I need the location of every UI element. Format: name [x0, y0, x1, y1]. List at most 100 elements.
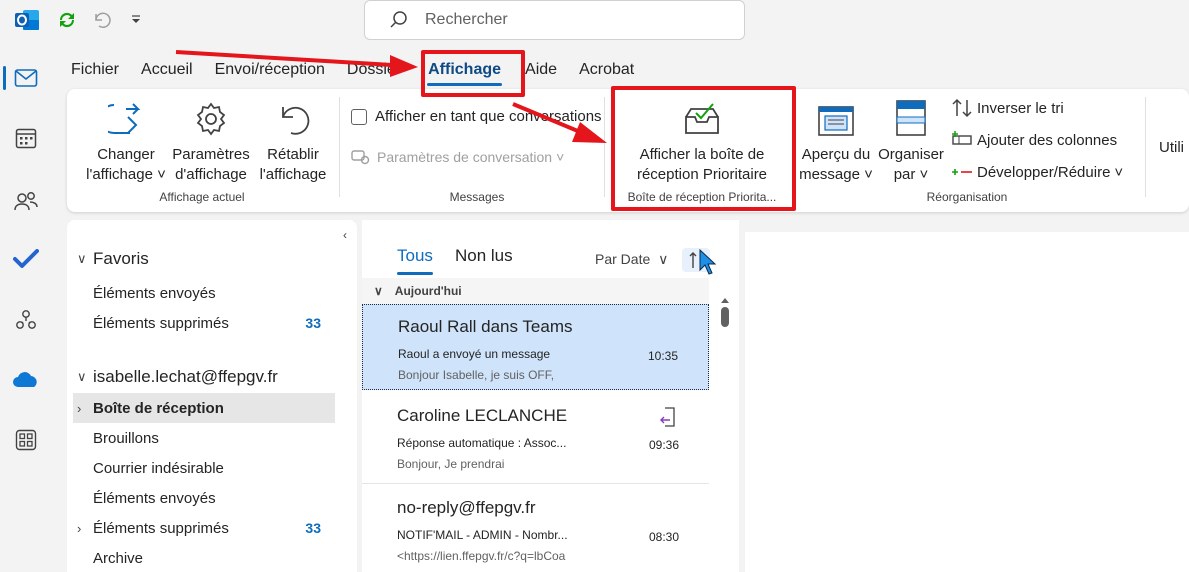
message-sender: Caroline LECLANCHE	[397, 406, 568, 425]
reset-view-label-2: l'affichage	[259, 166, 327, 183]
tab-fichier[interactable]: Fichier	[60, 56, 130, 86]
people-icon[interactable]	[0, 181, 52, 221]
unread-count: 33	[305, 315, 321, 331]
tab-unread[interactable]: Non lus	[455, 246, 513, 266]
tab-accueil[interactable]: Accueil	[130, 56, 204, 86]
arrange-by-button[interactable]: Organiser par ˅	[877, 95, 945, 185]
ribbon-separator	[1145, 97, 1146, 197]
message-time: 10:35	[647, 349, 678, 363]
todo-icon[interactable]	[0, 239, 52, 279]
change-view-label-1: Changer	[97, 146, 155, 163]
expand-collapse-button[interactable]: Développer/Réduire ˅	[951, 162, 1123, 182]
view-settings-button[interactable]: Paramètres d'affichage	[171, 95, 251, 185]
group-label-arrangement: Réorganisation	[926, 190, 1008, 204]
add-columns-button[interactable]: Ajouter des colonnes	[951, 130, 1117, 150]
add-columns-icon	[952, 131, 972, 145]
onedrive-icon[interactable]	[0, 360, 52, 400]
customize-quick-access-icon[interactable]	[124, 8, 148, 32]
search-box[interactable]: Rechercher	[364, 0, 745, 40]
folder-item-drafts[interactable]: Brouillons	[67, 423, 335, 453]
folder-item-archive[interactable]: Archive	[67, 543, 335, 572]
mail-icon[interactable]	[0, 58, 52, 98]
tab-dossier[interactable]: Dossier	[336, 56, 412, 86]
change-view-icon	[108, 95, 144, 137]
chevron-down-icon: ∨	[374, 284, 383, 298]
folder-label: Courrier indésirable	[93, 459, 224, 477]
sync-icon[interactable]	[55, 8, 79, 32]
change-view-button[interactable]: Changer l'affichage ˅	[81, 95, 171, 185]
folder-label: Éléments envoyés	[93, 284, 216, 302]
message-list: Tous Non lus Par Date ∨ ∨ Aujourd'hui Ra…	[362, 220, 739, 572]
folder-item-inbox[interactable]: › Boîte de réception	[73, 393, 335, 423]
app-rail	[0, 42, 52, 572]
expand-collapse-icon	[952, 169, 972, 175]
reverse-sort-label: Inverser le tri	[977, 99, 1064, 117]
conversation-settings-label: Paramètres de conversation	[377, 149, 553, 165]
account-header[interactable]: ∨ isabelle.lechat@ffepgv.fr	[67, 362, 335, 392]
folder-label: Boîte de réception	[93, 399, 224, 417]
gear-icon	[193, 95, 229, 137]
ribbon-overflow-label[interactable]: Utili	[1159, 139, 1184, 156]
calendar-icon[interactable]	[0, 118, 52, 158]
reset-view-label-1: Rétablir	[267, 146, 319, 163]
message-item[interactable]: Raoul Rall dans Teams Raoul a envoyé un …	[362, 304, 709, 390]
group-label-current-view: Affichage actuel	[159, 190, 245, 204]
tab-acrobat[interactable]: Acrobat	[568, 56, 645, 86]
folder-item-favorites-deleted[interactable]: Éléments supprimés 33	[67, 308, 335, 338]
change-view-label-2: l'affichage	[86, 166, 153, 183]
folder-item-sent[interactable]: Éléments envoyés	[67, 483, 335, 513]
group-header-today[interactable]: ∨ Aujourd'hui	[362, 278, 709, 304]
message-preview: Bonjour, Je prendrai	[397, 457, 505, 471]
message-sender: no-reply@ffepgv.fr	[397, 498, 536, 517]
message-preview: <https://lien.ffepgv.fr/c?q=lbCoa	[397, 549, 566, 563]
groups-icon[interactable]	[0, 300, 52, 340]
favorites-label: Favoris	[93, 249, 149, 268]
folder-item-favorites-sent[interactable]: Éléments envoyés	[67, 278, 335, 308]
expand-collapse-label: Développer/Réduire	[977, 163, 1111, 181]
show-as-conversations-checkbox[interactable]: Afficher en tant que conversations	[351, 108, 602, 125]
message-preview-button[interactable]: Aperçu du message ˅	[799, 95, 873, 185]
reset-view-button[interactable]: Rétablir l'affichage	[253, 95, 333, 185]
collapse-pane-icon[interactable]: ‹	[343, 228, 347, 242]
annotation-box-affichage	[421, 50, 525, 97]
folder-item-deleted[interactable]: › Éléments supprimés 33	[67, 513, 335, 543]
account-label: isabelle.lechat@ffepgv.fr	[93, 367, 278, 386]
menu-bar: Fichier Accueil Envoi/réception Dossier …	[60, 56, 645, 86]
checkbox-icon	[351, 108, 367, 125]
folder-label: Éléments supprimés	[93, 314, 229, 332]
message-item[interactable]: Caroline LECLANCHE Réponse automatique :…	[362, 394, 709, 480]
auto-reply-icon	[660, 407, 675, 427]
conversation-settings-button[interactable]: Paramètres de conversation ˅	[351, 148, 564, 166]
view-settings-label-1: Paramètres	[172, 146, 250, 163]
sort-dropdown[interactable]: Par Date ∨	[595, 251, 668, 268]
arrange-by-label-1: Organiser	[878, 146, 944, 163]
message-time: 08:30	[648, 530, 679, 544]
message-time: 09:36	[648, 438, 679, 452]
search-placeholder: Rechercher	[425, 11, 508, 28]
folder-item-junk[interactable]: Courrier indésirable	[67, 453, 335, 483]
message-subject: NOTIF'MAIL - ADMIN - Nombr...	[397, 528, 568, 542]
chevron-down-icon: ∨	[658, 251, 669, 267]
tab-all[interactable]: Tous	[397, 246, 433, 275]
view-settings-label-2: d'affichage	[175, 166, 247, 183]
arrange-by-label-2: par	[893, 166, 916, 183]
show-as-conversations-label: Afficher en tant que conversations	[375, 108, 602, 125]
reset-icon	[275, 95, 311, 137]
message-subject: Réponse automatique : Assoc...	[397, 436, 567, 450]
scrollbar[interactable]	[720, 298, 730, 328]
undo-icon[interactable]	[90, 8, 114, 32]
message-preview-label-2: message	[799, 166, 860, 183]
message-item[interactable]: no-reply@ffepgv.fr NOTIF'MAIL - ADMIN - …	[362, 486, 709, 572]
folder-label: Archive	[93, 549, 144, 567]
more-apps-icon[interactable]	[0, 420, 52, 460]
tab-envoi-reception[interactable]: Envoi/réception	[204, 56, 336, 86]
arrange-by-icon	[895, 95, 927, 137]
annotation-box-focused-inbox	[611, 86, 796, 211]
reverse-sort-button[interactable]: Inverser le tri	[951, 98, 1064, 118]
favorites-header[interactable]: ∨ Favoris	[67, 244, 335, 274]
ribbon-separator	[604, 97, 605, 197]
conversation-settings-icon	[351, 150, 370, 165]
message-divider	[362, 483, 709, 484]
message-preview-icon	[817, 95, 855, 137]
folder-label: Brouillons	[93, 429, 159, 447]
